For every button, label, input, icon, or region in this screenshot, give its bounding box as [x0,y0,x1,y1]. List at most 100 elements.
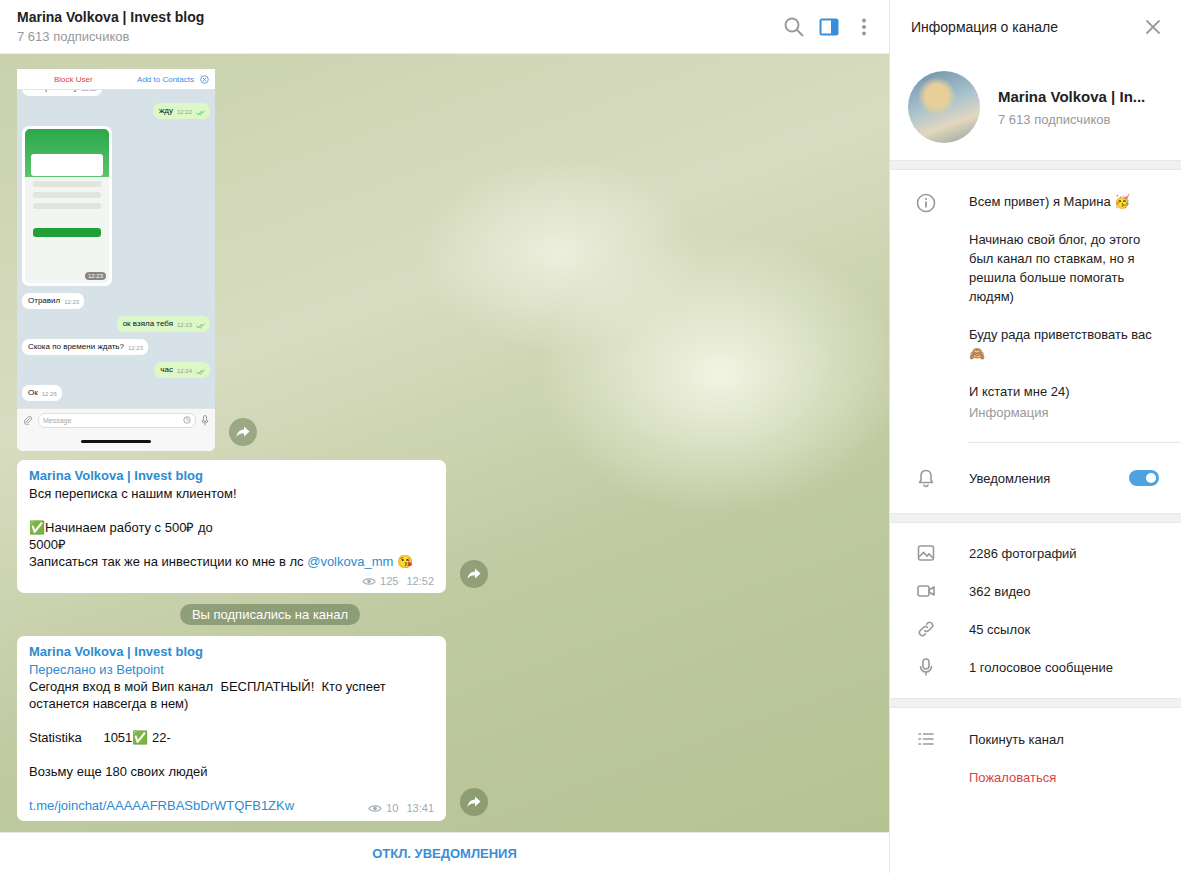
service-message-row: Вы подписались на канал [17,604,523,625]
message-text: 😘 [393,554,413,569]
message-line: ✅Начинаем работу с 500₽ до [29,519,434,536]
telegram-window: Marina Volkova | Invest blog 7 613 подпис… [0,0,1181,873]
sender-name[interactable]: Marina Volkova | Invest blog [29,467,434,485]
action-row[interactable]: Пожаловаться [890,758,1181,796]
chat-header: Marina Volkova | Invest blog 7 613 подпис… [0,0,889,54]
channel-subscribers: 7 613 подписчиков [998,111,1145,128]
close-icon[interactable] [1145,19,1161,35]
share-arrow-icon [236,426,250,438]
message-text: Statistika 1051✅ 22- [29,730,171,745]
action-label: Пожаловаться [969,770,1161,785]
media-row[interactable]: 2286 фотографий [890,534,1181,572]
bell-icon [916,468,936,488]
share-button[interactable] [460,560,488,588]
chat-pane: Marina Volkova | Invest blog 7 613 подпис… [0,0,889,873]
description-paragraph: Начинаю свой блог, до этого был канал по… [969,230,1161,306]
share-arrow-icon [467,568,481,580]
phone-screenshot[interactable]: Block UserAdd to ContactsОк щас скину12:… [17,69,215,451]
phone-bubble: Скока по времени ждать?12:23 [22,339,148,355]
add-contact-button: Add to Contacts [137,75,194,84]
message-link[interactable]: @volkova_mm [307,554,393,569]
message-line: Возьму еще 180 своих людей [29,763,434,780]
screenshot-message: Block UserAdd to ContactsОк щас скину12:… [17,69,889,451]
sender-name[interactable]: Marina Volkova | Invest blog [29,643,434,661]
message-text: Возьму еще 180 своих людей [29,764,208,779]
description-paragraph: И кстати мне 24) [969,382,1161,401]
media-row[interactable]: 362 видео [890,572,1181,610]
media-label: 45 ссылок [969,622,1161,637]
channel-name: Marina Volkova | In... [998,87,1145,107]
phone-bubble: Ок12:26 [22,385,62,401]
phone-bubble: час12:24 [154,362,210,378]
photo-icon [916,543,936,563]
chat-title-block[interactable]: Marina Volkova | Invest blog 7 613 подпис… [17,8,204,46]
search-icon[interactable] [783,16,805,38]
chat-subtitle: 7 613 подписчиков [17,28,204,46]
info-panel: Информация о канале Marina Volkova | In..… [889,0,1181,873]
message-line: Statistika 1051✅ 22- [29,729,434,746]
post-bubble: Marina Volkova | Invest blogПереслано из… [17,636,446,821]
action-row[interactable]: Покинуть канал [890,720,1181,758]
channel-description: Всем привет) я Марина 🥳 Начинаю свой блог… [890,170,1181,442]
message-line: Сегодня вход в мой Вип канал БЕСПЛАТНЫЙ!… [29,678,434,712]
message-meta: 1013:41 [368,801,434,815]
sidebar-toggle-icon[interactable] [818,16,840,38]
channel-avatar[interactable] [908,71,980,143]
media-label: 1 голосовое сообщение [969,660,1161,675]
media-row[interactable]: 1 голосовое сообщение [890,648,1181,686]
share-button[interactable] [229,418,257,446]
microphone-icon [201,415,209,426]
phone-top-bar: Block UserAdd to Contacts [17,69,215,90]
phone-bubble: ок взяла тебя12:23 [117,316,210,332]
paperclip-icon [23,415,33,425]
home-indicator [17,431,215,451]
phone-chat: Ок щас скину12:18 жду12:22 12:23 Отравил12:… [17,90,215,408]
close-circle-icon [200,75,209,84]
message-link[interactable]: t.me/joinchat/AAAAAFRBASbDrWTQFB1ZKw [29,798,294,813]
list-icon [916,729,936,749]
message-meta: 12512:52 [362,574,434,588]
views-eye-icon [362,577,376,586]
share-button[interactable] [460,788,488,816]
more-icon[interactable] [853,16,875,38]
message-text: Вся переписка с нашим клиентом! [29,486,237,501]
nested-screenshot [25,129,109,283]
link-icon [916,619,936,639]
info-icon [916,193,936,213]
service-message: Вы подписались на канал [180,604,360,625]
description-paragraph: Буду рада приветствовать вас 🙈 [969,325,1161,363]
phone-input-bar: Message [17,408,215,431]
description-paragraph: Всем привет) я Марина 🥳 [969,192,1161,211]
notifications-row[interactable]: Уведомления [890,443,1181,513]
channel-actions: Покинуть канал Пожаловаться [890,708,1181,808]
info-panel-header: Информация о канале [890,0,1181,54]
message-line: t.me/joinchat/AAAAAFRBASbDrWTQFB1ZKw 1013… [29,797,434,814]
notifications-label: Уведомления [969,471,1096,486]
post-bubble: Marina Volkova | Invest blogВся переписк… [17,460,446,593]
message-text: ✅Начинаем работу с 500₽ до [29,520,213,535]
message-line: Вся переписка с нашим клиентом! [29,485,434,502]
phone-bubble: жду12:22 [153,103,210,119]
chat-title: Marina Volkova | Invest blog [17,8,204,26]
media-label: 2286 фотографий [969,546,1161,561]
media-row[interactable]: 45 ссылок [890,610,1181,648]
message-line: Записаться так же на инвестиции ко мне в… [29,553,434,570]
phone-bubble: Ок щас скину12:18 [22,90,102,96]
share-arrow-icon [467,796,481,808]
phone-bubble: Отравил12:23 [22,293,84,309]
read-ticks-icon [196,110,205,116]
forwarded-from[interactable]: Переслано из Betpoint [29,661,434,678]
description-label: Информация [969,403,1161,422]
shared-media: 2286 фотографий 362 видео 45 ссылок 1 голос… [890,523,1181,698]
mute-button[interactable]: ОТКЛ. УВЕДОМЛЕНИЯ [0,832,889,873]
microphone-icon [916,657,936,677]
media-label: 362 видео [969,584,1161,599]
message-list: Block UserAdd to ContactsОк щас скину12:… [0,54,889,832]
phone-image-bubble: 12:23 [22,126,112,286]
action-label: Покинуть канал [969,732,1161,747]
notifications-toggle[interactable] [1129,470,1159,486]
message-text: Записаться так же на инвестиции ко мне в… [29,554,307,569]
